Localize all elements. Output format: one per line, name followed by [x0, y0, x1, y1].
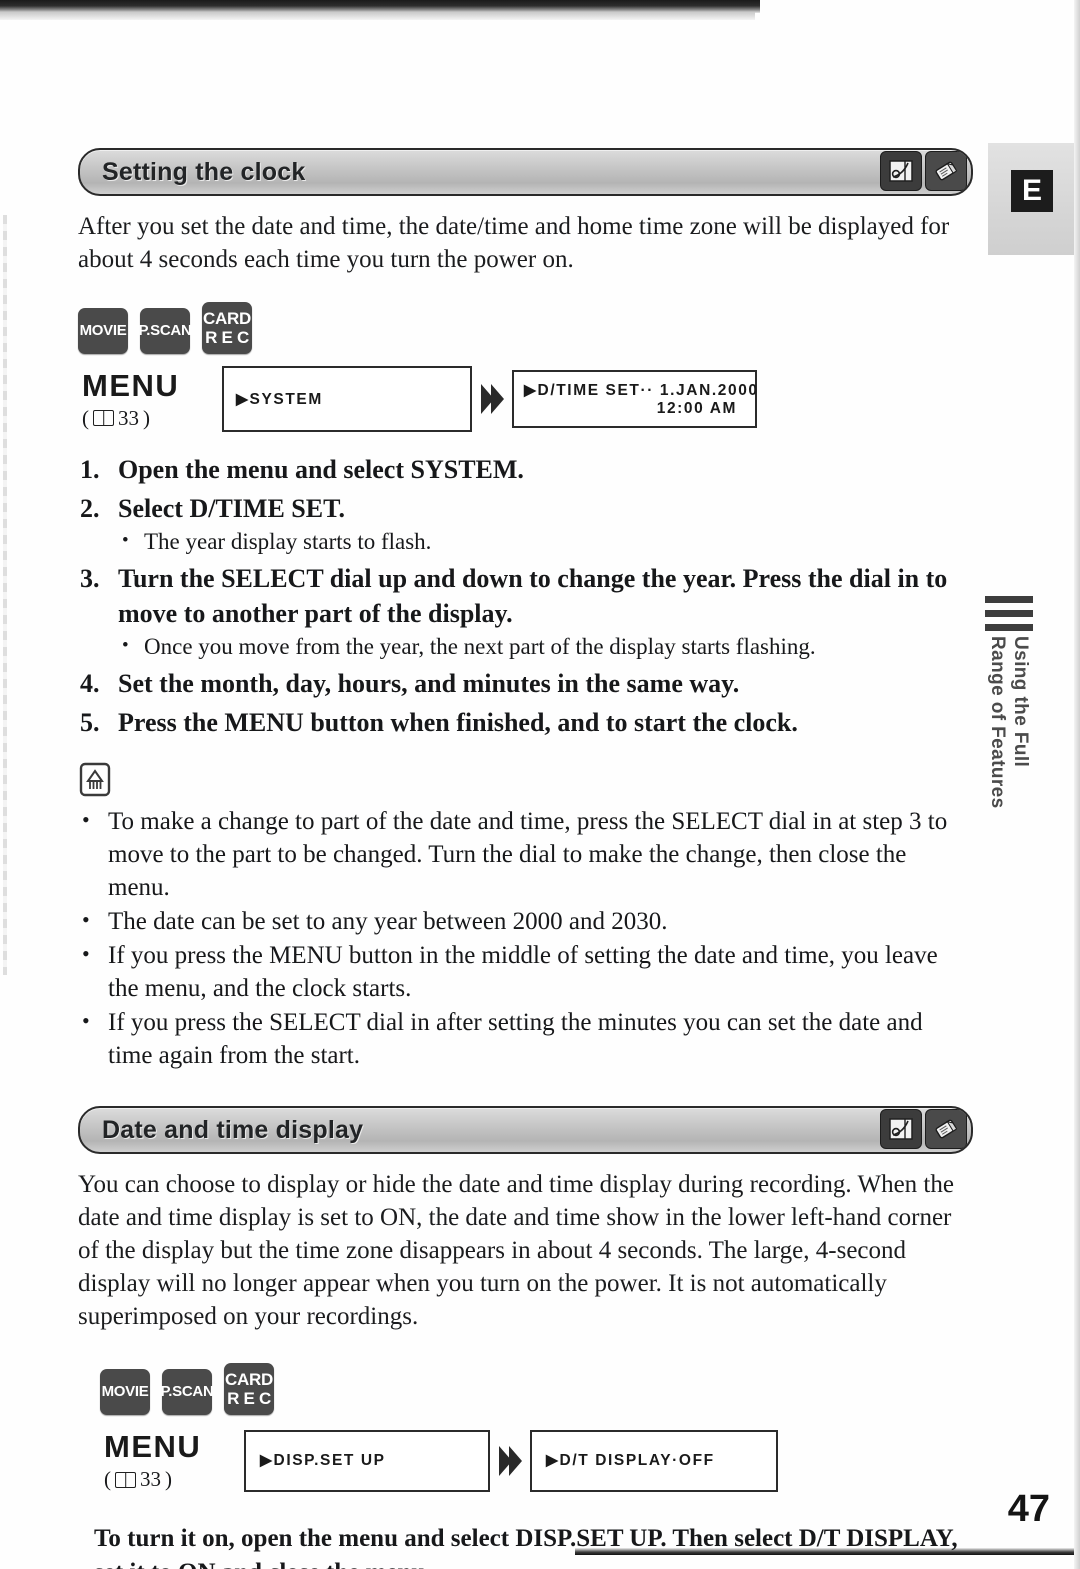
step-number: 4. [80, 669, 100, 698]
step-number: 1. [80, 455, 100, 484]
mode-badge-pscan: P.SCAN [138, 308, 192, 354]
lcd-screen-dtime-set: ▶D/TIME SET·· 1.JAN.2000 12:00 AM [512, 370, 757, 428]
open-book-icon [115, 1471, 136, 1488]
menu-page-reference: ( 33 ) [104, 1467, 244, 1492]
scan-edge-left [3, 215, 7, 975]
menu-button-label: MENU ( 33 ) [100, 1429, 244, 1492]
margin-tab-band: E [988, 143, 1074, 255]
page-content: Setting the clock After you set the date… [78, 0, 973, 1569]
paren-open: ( [82, 405, 89, 430]
note-item: To make a change to part of the date and… [78, 803, 973, 904]
scan-edge-right [1074, 0, 1080, 1569]
reference-page: 33 [140, 1467, 161, 1491]
chapter-rail-bar [985, 624, 1033, 631]
section-title: Date and time display [102, 1115, 364, 1144]
section-header-date-and-time-display: Date and time display [78, 1106, 973, 1154]
reference-page: 33 [118, 405, 139, 430]
step-item: 3. Turn the SELECT dial up and down to c… [78, 561, 973, 662]
mode-badge-row: MOVIE P.SCAN CARD R E C [78, 302, 973, 354]
memo-note-icon [79, 762, 111, 797]
step-item: 4. Set the month, day, hours, and minute… [78, 666, 973, 701]
mode-badge-card-rec: CARD R E C [224, 1363, 274, 1415]
section-header-icons [880, 1109, 967, 1149]
intro-text: You can choose to display or hide the da… [78, 1171, 954, 1330]
mode-badge-label-line1: CARD [203, 308, 251, 328]
note-item: If you press the MENU button in the midd… [78, 937, 973, 1005]
camcorder-tape-icon [880, 151, 922, 191]
step-text: Press the MENU button when finished, and… [118, 708, 798, 737]
step-text: Turn the SELECT dial up and down to chan… [118, 564, 948, 628]
closing-instruction: To turn it on, open the menu and select … [94, 1525, 958, 1569]
double-chevron-right-icon [472, 382, 512, 416]
step-text: Select D/TIME SET. [118, 494, 346, 523]
step-subnote: Once you move from the year, the next pa… [118, 630, 973, 662]
section-header-icons [880, 151, 967, 191]
double-chevron-right-icon [490, 1444, 530, 1478]
lcd-screen-disp-setup: ▶DISP.SET UP [244, 1429, 490, 1492]
mode-badge-label: MOVIE [79, 321, 127, 339]
note-item: If you press the SELECT dial in after se… [78, 1004, 973, 1072]
section-header-setting-the-clock: Setting the clock [78, 148, 973, 196]
lcd-screen-dt-display: ▶D/T DISPLAY·OFF [530, 1429, 778, 1492]
notes-icon-wrapper [78, 762, 973, 803]
step-subnotes: The year display starts to flash. [118, 525, 973, 557]
mode-badge-label: P.SCAN [138, 321, 192, 339]
chapter-vertical-title: Using the Full Range of Features [968, 636, 1032, 826]
mode-badge-label: MOVIE [101, 1382, 149, 1400]
chapter-rail-bar [985, 596, 1033, 603]
memory-card-icon [925, 151, 967, 191]
page-number: 47 [1007, 1488, 1050, 1530]
mode-badge-label-line1: CARD [225, 1369, 273, 1389]
note-item: The date can be set to any year between … [78, 903, 973, 938]
paren-close: ) [143, 405, 150, 430]
menu-word: MENU [104, 1429, 202, 1464]
step-subnotes: Once you move from the year, the next pa… [118, 630, 973, 662]
paren-open: ( [104, 1467, 111, 1491]
chapter-rail-bar [985, 610, 1033, 617]
step-item: 2. Select D/TIME SET. The year display s… [78, 491, 973, 557]
lcd-line: ▶DISP.SET UP [260, 1452, 386, 1469]
chapter-title-line-2: Range of Features [987, 636, 1008, 809]
section-title: Setting the clock [102, 157, 306, 186]
open-book-icon [93, 410, 114, 426]
section-intro-paragraph: After you set the date and time, the dat… [78, 210, 973, 276]
mode-badge-label-line2: R E C [205, 328, 249, 347]
section-intro-paragraph: You can choose to display or hide the da… [78, 1168, 973, 1333]
intro-text: After you set the date and time, the dat… [78, 213, 950, 273]
numbered-steps-list: 1. Open the menu and select SYSTEM. 2. S… [78, 452, 973, 740]
step-item: 1. Open the menu and select SYSTEM. [78, 452, 973, 487]
chapter-title-line-1: Using the Full [1010, 636, 1031, 768]
step-number: 2. [80, 494, 100, 523]
mode-badge-label: P.SCAN [160, 1382, 214, 1400]
lcd-line: ▶SYSTEM [236, 390, 323, 408]
mode-badge-card-rec: CARD R E C [202, 302, 252, 354]
paren-close: ) [165, 1467, 172, 1491]
language-tab-letter: E [1011, 170, 1053, 212]
lcd-screen-system-menu: ▶SYSTEM [222, 366, 472, 432]
menu-word: MENU [82, 367, 180, 403]
menu-flow-disp-setup: MENU ( 33 ) ▶DISP.SET UP ▶D/T DISPLAY·OF… [100, 1429, 973, 1492]
menu-button-label: MENU ( 33 ) [78, 368, 222, 431]
step-number: 3. [80, 564, 100, 593]
step-item: 5. Press the MENU button when finished, … [78, 705, 973, 740]
mode-badge-label-line2: R E C [227, 1389, 271, 1408]
step-number: 5. [80, 708, 100, 737]
menu-flow-clock: MENU ( 33 ) ▶SYSTEM ▶D/TIME SET·· 1.JAN.… [78, 366, 973, 432]
manual-page: E Using the Full Range of Features Setti… [0, 0, 1080, 1569]
lcd-line: ▶D/T DISPLAY·OFF [546, 1452, 715, 1469]
mode-badge-movie: MOVIE [100, 1369, 150, 1415]
lcd-line: ▶D/TIME SET·· 1.JAN.2000 [524, 381, 759, 399]
step-text: Set the month, day, hours, and minutes i… [118, 669, 740, 698]
mode-badge-pscan: P.SCAN [160, 1369, 214, 1415]
camcorder-tape-icon [880, 1109, 922, 1149]
mode-badge-movie: MOVIE [78, 308, 128, 354]
notes-list: To make a change to part of the date and… [78, 803, 973, 1072]
memory-card-icon [925, 1109, 967, 1149]
step-text: Open the menu and select SYSTEM. [118, 455, 524, 484]
mode-badge-row: MOVIE P.SCAN CARD R E C [100, 1363, 973, 1415]
menu-page-reference: ( 33 ) [82, 406, 222, 431]
step-subnote: The year display starts to flash. [118, 525, 973, 557]
lcd-line: 12:00 AM [656, 399, 737, 417]
chapter-rail [985, 596, 1033, 638]
